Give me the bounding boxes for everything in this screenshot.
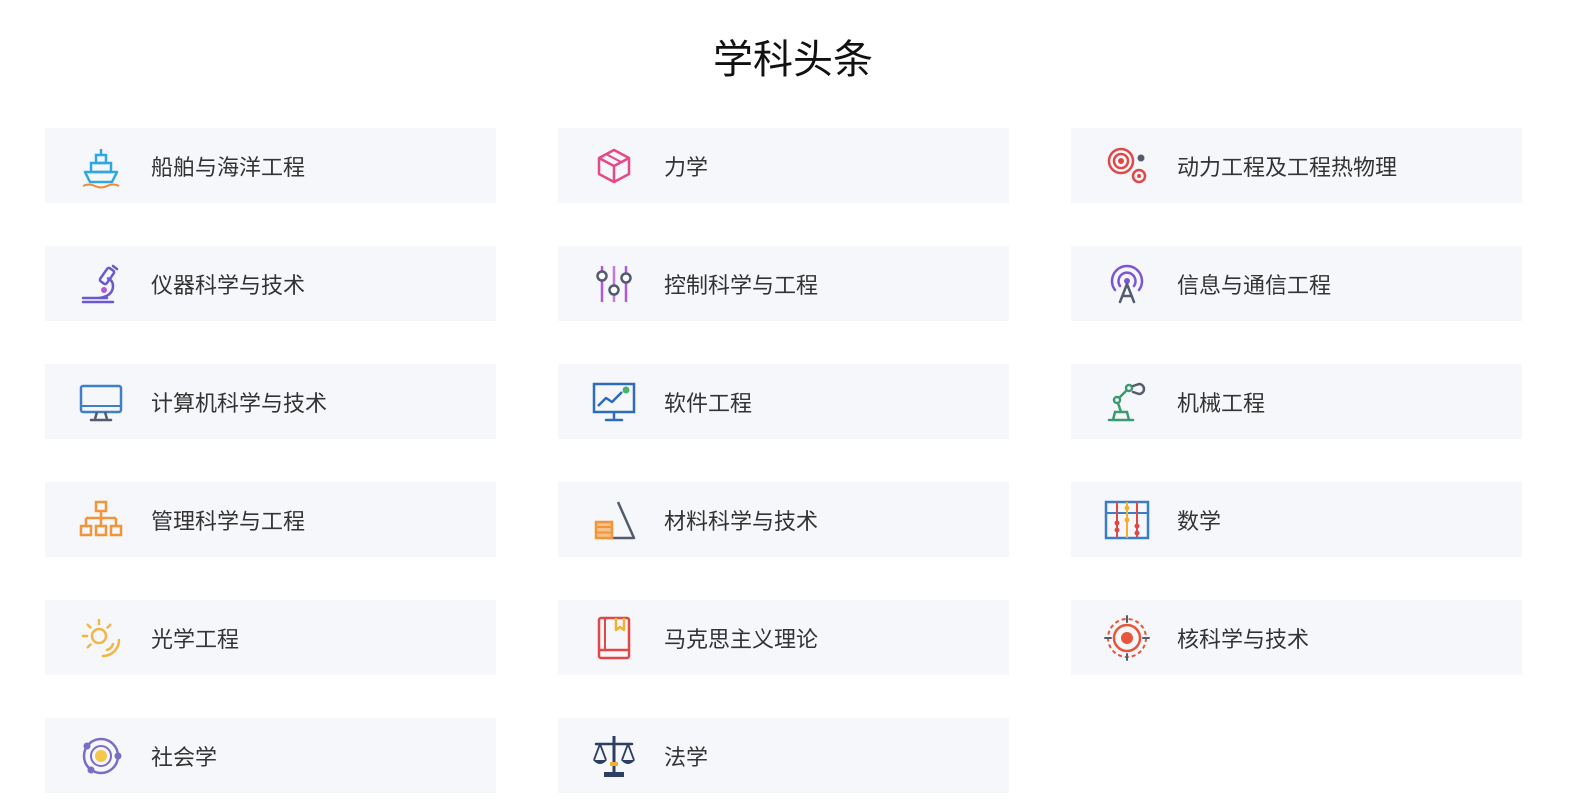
subject-card-mechanics[interactable]: 力学: [558, 128, 1009, 203]
subject-card-instrument-science[interactable]: 仪器科学与技术: [45, 246, 496, 321]
subject-card-naval-ocean-engineering[interactable]: 船舶与海洋工程: [45, 128, 496, 203]
subject-label: 船舶与海洋工程: [151, 155, 306, 181]
subject-card-software-engineering[interactable]: 软件工程: [558, 364, 1009, 439]
subject-label: 力学: [664, 155, 709, 181]
robot-arm-icon: [1103, 378, 1151, 426]
subject-card-mechanical-engineering[interactable]: 机械工程: [1071, 364, 1522, 439]
subject-label: 信息与通信工程: [1177, 273, 1332, 299]
chart-board-icon: [590, 378, 638, 426]
orbit-icon: [77, 732, 125, 780]
subject-label: 法学: [664, 745, 709, 771]
page-title: 学科头条: [713, 37, 873, 83]
subject-label: 计算机科学与技术: [151, 391, 328, 417]
subject-label: 材料科学与技术: [664, 509, 819, 535]
subject-label: 动力工程及工程热物理: [1177, 155, 1398, 181]
subject-label: 管理科学与工程: [151, 509, 306, 535]
sliders-icon: [590, 260, 638, 308]
subject-card-sociology[interactable]: 社会学: [45, 718, 496, 793]
subject-label: 软件工程: [664, 391, 753, 417]
subject-card-law[interactable]: 法学: [558, 718, 1009, 793]
materials-icon: [590, 496, 638, 544]
sun-rays-icon: [77, 614, 125, 662]
nuclear-target-icon: [1103, 614, 1151, 662]
subject-grid: 船舶与海洋工程 力学 动力工程及工程热物理 仪器科学与技术 控制科学与工程 信息…: [45, 128, 1542, 793]
org-chart-icon: [77, 496, 125, 544]
subject-label: 仪器科学与技术: [151, 273, 306, 299]
subject-label: 社会学: [151, 745, 218, 771]
subject-label: 光学工程: [151, 627, 240, 653]
subject-card-optical-engineering[interactable]: 光学工程: [45, 600, 496, 675]
antenna-icon: [1103, 260, 1151, 308]
target-icon: [1103, 142, 1151, 190]
microscope-icon: [77, 260, 125, 308]
subject-label: 数学: [1177, 509, 1222, 535]
ship-icon: [77, 142, 125, 190]
subject-label: 机械工程: [1177, 391, 1266, 417]
subject-label: 控制科学与工程: [664, 273, 819, 299]
subject-card-nuclear-science[interactable]: 核科学与技术: [1071, 600, 1522, 675]
subject-card-materials-science[interactable]: 材料科学与技术: [558, 482, 1009, 557]
subject-card-information-communication[interactable]: 信息与通信工程: [1071, 246, 1522, 321]
subject-card-marxist-theory[interactable]: 马克思主义理论: [558, 600, 1009, 675]
book-icon: [590, 614, 638, 662]
subject-label: 核科学与技术: [1177, 627, 1310, 653]
subject-label: 马克思主义理论: [664, 627, 819, 653]
abacus-icon: [1103, 496, 1151, 544]
cube-icon: [590, 142, 638, 190]
monitor-icon: [77, 378, 125, 426]
subject-card-control-science[interactable]: 控制科学与工程: [558, 246, 1009, 321]
subject-card-power-engineering[interactable]: 动力工程及工程热物理: [1071, 128, 1522, 203]
subject-card-computer-science[interactable]: 计算机科学与技术: [45, 364, 496, 439]
subject-card-management-science[interactable]: 管理科学与工程: [45, 482, 496, 557]
subject-card-mathematics[interactable]: 数学: [1071, 482, 1522, 557]
scales-icon: [590, 732, 638, 780]
